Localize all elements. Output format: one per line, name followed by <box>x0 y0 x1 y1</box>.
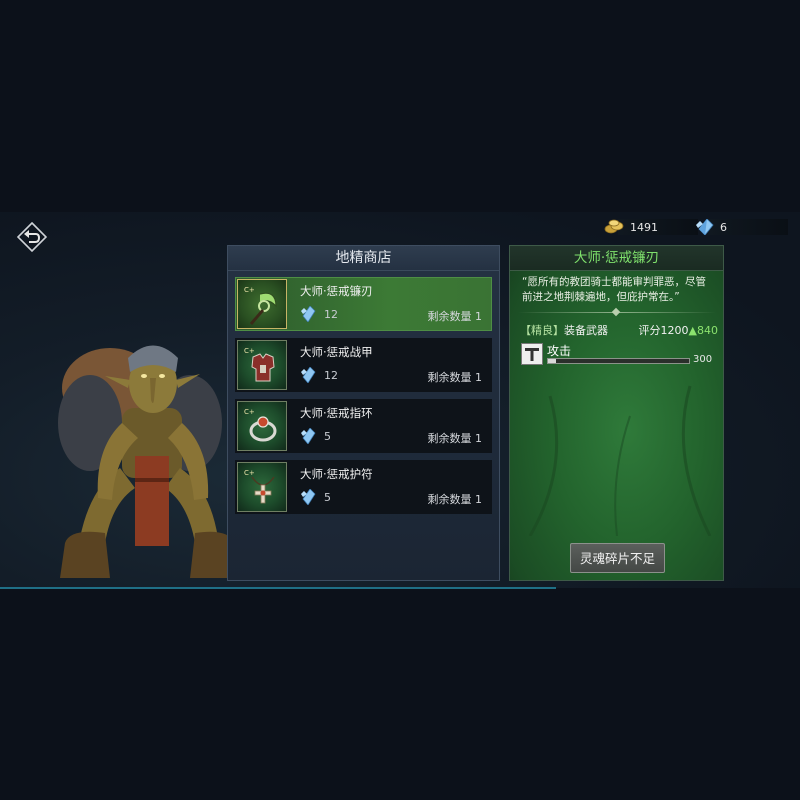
score: 评分1200▲840 <box>639 322 718 338</box>
shop-item-list: C+ 大师·惩戒镰刃 12 剩余数量 1 C+ 大师·惩戒战甲 12 剩余数量 … <box>235 277 492 521</box>
return-arrow-icon <box>16 221 48 253</box>
item-remaining: 剩余数量 1 <box>427 493 483 506</box>
item-remaining: 剩余数量 1 <box>427 310 483 323</box>
gold-amount: 1491 <box>630 220 658 234</box>
soul-crystal-icon <box>301 489 316 505</box>
item-remaining: 剩余数量 1 <box>427 432 483 445</box>
item-cost: 5 <box>300 428 331 444</box>
item-name: 大师·惩戒战甲 <box>300 345 373 359</box>
svg-text:C+: C+ <box>244 408 255 416</box>
item-cost: 12 <box>300 306 338 322</box>
crystal-currency: 6 <box>694 219 788 235</box>
shop-item-amulet[interactable]: C+ 大师·惩戒护符 5 剩余数量 1 <box>235 460 492 514</box>
shop-item-ring[interactable]: C+ 大师·惩戒指环 5 剩余数量 1 <box>235 399 492 453</box>
item-name: 大师·惩戒镰刃 <box>300 284 373 298</box>
shop-item-sickle[interactable]: C+ 大师·惩戒镰刃 12 剩余数量 1 <box>235 277 492 331</box>
attack-stat-row: 攻击 300 <box>521 343 717 369</box>
item-cost: 5 <box>300 489 331 505</box>
shop-title: 地精商店 <box>228 246 499 271</box>
item-name: 大师·惩戒护符 <box>300 467 373 481</box>
score-value: 评分1200 <box>638 324 689 337</box>
svg-text:C+: C+ <box>244 347 255 355</box>
item-remaining: 剩余数量 1 <box>427 371 483 384</box>
item-cost-value: 5 <box>324 490 331 504</box>
attack-icon <box>521 343 543 365</box>
soul-crystal-icon <box>696 219 714 235</box>
soul-crystal-icon <box>301 428 316 444</box>
crystal-amount: 6 <box>720 220 727 234</box>
item-cost-value: 12 <box>324 307 338 321</box>
item-name: 大师·惩戒指环 <box>300 406 373 420</box>
item-cost: 12 <box>300 367 338 383</box>
background-veins <box>528 385 712 536</box>
quality-tag: 【精良】 <box>520 324 564 337</box>
item-cost-value: 12 <box>324 368 338 382</box>
insufficient-soul-shards-button[interactable]: 灵魂碎片不足 <box>570 543 665 573</box>
svg-text:C+: C+ <box>244 469 255 477</box>
gold-coins-icon <box>604 219 624 234</box>
item-cost-value: 5 <box>324 429 331 443</box>
armor-icon: C+ <box>237 340 287 390</box>
shop-item-armor[interactable]: C+ 大师·惩戒战甲 12 剩余数量 1 <box>235 338 492 392</box>
quality-row: 【精良】装备武器 评分1200▲840 <box>520 322 718 338</box>
ring-icon: C+ <box>237 401 287 451</box>
sickle-icon: C+ <box>237 279 287 329</box>
score-increase: ▲840 <box>688 324 718 337</box>
attack-stat-fill <box>548 359 557 363</box>
goblin-merchant-character <box>58 345 240 578</box>
detail-title: 大师·惩戒镰刃 <box>510 246 723 271</box>
svg-text:C+: C+ <box>244 286 255 294</box>
back-button[interactable] <box>16 221 48 253</box>
soul-crystal-icon <box>301 367 316 383</box>
item-description: “愿所有的教团骑士都能审判罪恶，尽管前进之地荆棘遍地，但庇护常在。” <box>522 276 706 303</box>
amulet-icon: C+ <box>237 462 287 512</box>
item-detail-panel: 大师·惩戒镰刃 “愿所有的教团骑士都能审判罪恶，尽管前进之地荆棘遍地，但庇护常在… <box>509 245 724 581</box>
stat-label: 攻击 <box>547 344 572 358</box>
attack-stat-bar <box>547 358 690 364</box>
gold-currency: 1491 <box>604 219 698 235</box>
equip-type: 装备武器 <box>564 324 608 337</box>
ornate-divider <box>518 312 716 313</box>
goblin-shop-panel: 地精商店 C+ 大师·惩戒镰刃 12 剩余数量 1 C+ 大师·惩戒战甲 12 … <box>227 245 500 581</box>
stat-value: 300 <box>693 354 713 365</box>
soul-crystal-icon <box>301 306 316 322</box>
